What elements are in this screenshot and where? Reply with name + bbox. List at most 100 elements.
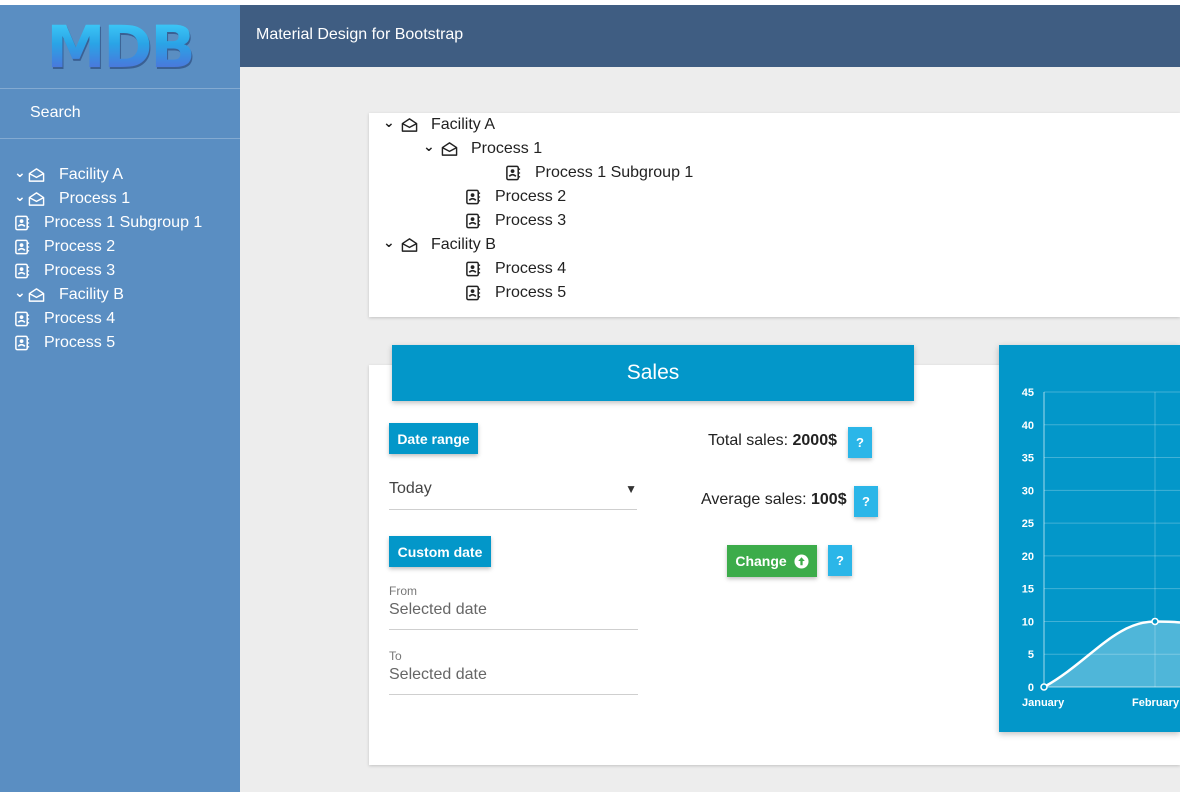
sidebar-tree-item[interactable]: Process 2 — [0, 235, 240, 259]
sidebar-tree-item[interactable]: Process 4 — [0, 307, 240, 331]
top-navbar: Material Design for Bootstrap — [240, 5, 1180, 67]
tree-item-label: Process 1 Subgroup 1 — [535, 164, 694, 181]
sales-chart-card: 0 5 10 15 20 25 30 35 40 45 January February — [999, 345, 1180, 732]
tree-item[interactable]: Process 3 — [465, 209, 566, 233]
data-point — [1040, 683, 1048, 691]
address-book-icon — [465, 189, 483, 205]
date-range-select[interactable]: Today ▼ — [389, 474, 637, 510]
sidebar-tree-item-label: Process 4 — [44, 310, 116, 327]
y-tick-label: 15 — [1022, 584, 1034, 596]
sidebar-tree-item-label: Facility A — [59, 166, 124, 183]
address-book-icon — [465, 285, 483, 301]
address-book-icon — [465, 261, 483, 277]
envelope-open-icon — [28, 167, 46, 183]
address-book-icon — [14, 311, 32, 327]
logo-text: MDB — [46, 12, 196, 81]
envelope-open-icon — [28, 191, 46, 207]
sidebar-tree: ⌄ Facility A ⌄ Process 1 Process 1 Subgroup … — [0, 139, 240, 355]
tree-item-label: Process 5 — [495, 284, 567, 301]
from-date-field[interactable]: From Selected date — [389, 584, 638, 630]
chevron-down-icon[interactable]: ⌄ — [14, 189, 26, 203]
sidebar-tree-item[interactable]: Process 1 Subgroup 1 — [0, 211, 240, 235]
sidebar-tree-item-label: Process 3 — [44, 262, 116, 279]
y-tick-label: 30 — [1022, 485, 1034, 497]
tree-item[interactable]: Process 2 — [465, 185, 566, 209]
data-point — [1151, 617, 1159, 626]
to-date-input[interactable]: Selected date — [389, 666, 487, 684]
tree-item-label: Process 1 — [471, 140, 543, 157]
change-help-button[interactable]: ? — [828, 545, 852, 576]
from-date-input[interactable]: Selected date — [389, 601, 487, 619]
y-tick-label: 25 — [1022, 518, 1034, 530]
tree-card: ⌄ Facility A ⌄ Process 1 Process 1 Subgroup … — [369, 113, 1180, 317]
sales-chart: 0 5 10 15 20 25 30 35 40 45 January February — [1022, 387, 1180, 709]
tree-item[interactable]: ⌄ Facility A — [383, 113, 495, 137]
sidebar-tree-item[interactable]: ⌄ Facility B — [0, 283, 240, 307]
envelope-open-icon — [441, 141, 459, 157]
y-tick-label: 45 — [1022, 387, 1034, 399]
y-tick-label: 10 — [1022, 616, 1034, 628]
y-tick-label: 35 — [1022, 453, 1034, 465]
address-book-icon — [14, 263, 32, 279]
tree-item[interactable]: Process 5 — [465, 281, 566, 305]
sidebar-tree-item-label: Process 1 Subgroup 1 — [44, 214, 203, 231]
arrow-up-circle-icon — [794, 553, 809, 569]
logo[interactable]: MDB — [0, 5, 240, 89]
address-book-icon — [465, 213, 483, 229]
total-sales-help-button[interactable]: ? — [848, 427, 872, 458]
average-sales-help-button[interactable]: ? — [854, 486, 878, 517]
sidebar-tree-item[interactable]: ⌄ Facility A — [0, 163, 240, 187]
to-date-label: To — [389, 649, 402, 663]
sidebar-tree-item-label: Process 1 — [59, 190, 131, 207]
sidebar-tree-item[interactable]: Process 5 — [0, 331, 240, 355]
tree-item[interactable]: ⌄ Process 1 — [423, 137, 542, 161]
total-sales-label: Total sales: — [708, 432, 789, 449]
from-date-label: From — [389, 584, 417, 598]
y-tick-label: 0 — [1028, 682, 1034, 694]
to-date-field[interactable]: To Selected date — [389, 649, 638, 695]
sidebar-tree-item-label: Facility B — [59, 286, 124, 303]
sidebar-tree-item-label: Process 5 — [44, 334, 116, 351]
chevron-down-icon[interactable]: ⌄ — [383, 115, 395, 129]
sidebar-tree-item-label: Process 2 — [44, 238, 116, 255]
tree-item[interactable]: ⌄ Facility B — [383, 233, 496, 257]
sidebar-tree-item[interactable]: Process 3 — [0, 259, 240, 283]
date-range-selected: Today — [389, 480, 432, 497]
y-tick-label: 5 — [1028, 649, 1034, 661]
chevron-down-icon[interactable]: ⌄ — [14, 165, 26, 179]
y-tick-label: 20 — [1022, 551, 1034, 563]
sidebar-tree-item[interactable]: ⌄ Process 1 — [0, 187, 240, 211]
sales-card-title: Sales — [392, 345, 914, 401]
chevron-down-icon[interactable]: ⌄ — [383, 235, 395, 249]
address-book-icon — [505, 165, 523, 181]
change-button[interactable]: Change — [727, 545, 817, 577]
custom-date-button[interactable]: Custom date — [389, 536, 491, 567]
date-range-button[interactable]: Date range — [389, 423, 478, 454]
average-sales-value: 100$ — [811, 491, 847, 508]
tree-item-label: Facility A — [431, 116, 496, 133]
x-tick-label: February — [1132, 697, 1180, 709]
envelope-open-icon — [401, 117, 419, 133]
change-button-label: Change — [735, 553, 787, 569]
address-book-icon — [14, 335, 32, 351]
envelope-open-icon — [28, 287, 46, 303]
envelope-open-icon — [401, 237, 419, 253]
tree-item[interactable]: Process 1 Subgroup 1 — [505, 161, 693, 185]
chevron-down-icon[interactable]: ⌄ — [423, 139, 435, 153]
address-book-icon — [14, 239, 32, 255]
chevron-down-icon[interactable]: ⌄ — [14, 285, 26, 299]
tree-item-label: Process 4 — [495, 260, 567, 277]
y-tick-label: 40 — [1022, 420, 1034, 432]
tree-item-label: Process 2 — [495, 188, 567, 205]
sidebar-search[interactable]: Search — [0, 89, 240, 139]
address-book-icon — [14, 215, 32, 231]
average-sales-label: Average sales: — [701, 491, 807, 508]
average-sales: Average sales: 100$ — [701, 491, 847, 509]
tree-item-label: Process 3 — [495, 212, 567, 229]
tree-item[interactable]: Process 4 — [465, 257, 566, 281]
sidebar: MDB Search ⌄ Facility A ⌄ Process 1 Process … — [0, 5, 240, 792]
total-sales: Total sales: 2000$ — [708, 432, 837, 450]
caret-down-icon: ▼ — [625, 482, 637, 496]
navbar-title[interactable]: Material Design for Bootstrap — [256, 26, 463, 43]
tree-item-label: Facility B — [431, 236, 496, 253]
